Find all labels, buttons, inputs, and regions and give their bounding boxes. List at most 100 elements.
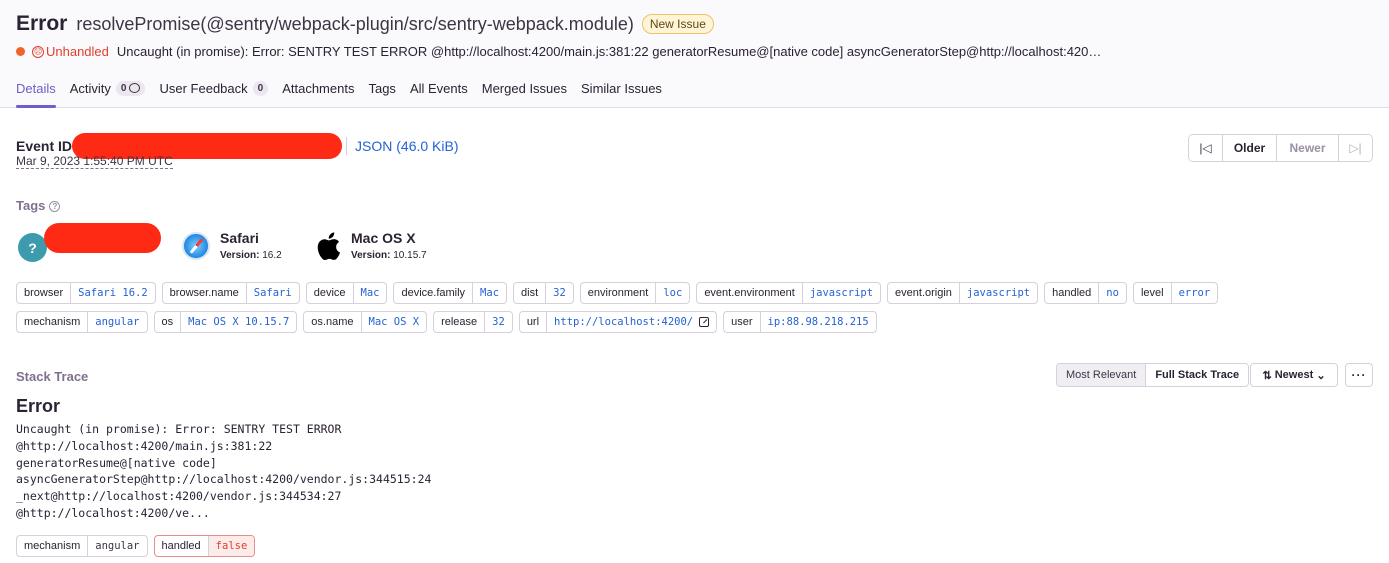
tag-os[interactable]: os Mac OS X 10.15.7 <box>153 311 298 333</box>
sort-order-dropdown[interactable]: ⇅ Newest ⌄ <box>1250 363 1338 387</box>
tag-key: event.environment <box>697 283 803 303</box>
tag-value[interactable]: 32 <box>485 312 512 332</box>
last-event-button[interactable]: ▷| <box>1339 135 1372 161</box>
tag-value[interactable]: Mac <box>354 283 387 303</box>
tab-activity[interactable]: Activity 0 <box>70 79 146 97</box>
tag-key: handled <box>155 536 209 556</box>
tab-attachments[interactable]: Attachments <box>282 79 354 97</box>
external-link-icon[interactable] <box>699 317 710 327</box>
tag-value[interactable]: Safari <box>247 283 299 303</box>
tag-level[interactable]: level error <box>1132 282 1219 304</box>
divider <box>346 137 348 155</box>
tag-os-name[interactable]: os.name Mac OS X <box>303 311 428 333</box>
event-id-label: Event ID <box>16 138 73 154</box>
tag-url[interactable]: url http://localhost:4200/ <box>518 311 718 333</box>
tags-section-title: Tags? <box>16 198 61 213</box>
tag-key: environment <box>581 283 657 303</box>
url-value: http://localhost:4200/ <box>554 316 694 328</box>
unhandled-icon: ☹ <box>32 45 44 58</box>
tag-event-origin[interactable]: event.origin javascript <box>887 282 1039 304</box>
tag-device-family[interactable]: device.family Mac <box>393 282 508 304</box>
tag-row-2: mechanism angular os Mac OS X 10.15.7 os.n… <box>16 311 883 333</box>
tag-value[interactable]: Safari 16.2 <box>71 283 155 303</box>
tab-label: Tags <box>368 80 396 96</box>
tag-environment[interactable]: environment loc <box>579 282 691 304</box>
tag-value[interactable]: angular <box>88 312 146 332</box>
version-value: 16.2 <box>262 250 282 261</box>
more-options-button[interactable]: ··· <box>1345 363 1373 387</box>
tag-value[interactable]: http://localhost:4200/ <box>547 312 716 332</box>
stack-view-toggle: Most Relevant Full Stack Trace <box>1056 363 1250 387</box>
tag-key: release <box>434 312 486 332</box>
tab-merged-issues[interactable]: Merged Issues <box>482 79 567 97</box>
tag-value[interactable]: error <box>1172 283 1218 303</box>
chat-bubble-icon <box>129 83 141 93</box>
tag-key: browser.name <box>163 283 247 303</box>
tag-device[interactable]: device Mac <box>305 282 388 304</box>
event-date[interactable]: Mar 9, 2023 1:55:40 PM UTC <box>16 154 173 169</box>
tag-key: os.name <box>304 312 362 332</box>
message-line: generatorResume@[native code] <box>16 455 217 470</box>
tag-value[interactable]: Mac OS X 10.15.7 <box>181 312 296 332</box>
tag-value[interactable]: ip:88.98.218.215 <box>761 312 876 332</box>
unknown-user-avatar: ? <box>18 233 47 262</box>
tag-mechanism[interactable]: mechanism angular <box>16 311 148 333</box>
os-context: Mac OS X Version: 10.15.7 <box>315 230 427 261</box>
tag-key: os <box>155 312 182 332</box>
tag-handled[interactable]: handled no <box>1044 282 1127 304</box>
tab-tags[interactable]: Tags <box>368 79 395 97</box>
tag-value[interactable]: 32 <box>546 283 573 303</box>
tag-browser[interactable]: browser Safari 16.2 <box>16 282 156 304</box>
tab-label: All Events <box>409 80 468 96</box>
tag-key: mechanism <box>17 312 89 332</box>
sort-icon: ⇅ <box>1262 369 1272 382</box>
tag-browser-name[interactable]: browser.name Safari <box>161 282 300 304</box>
issue-message: Uncaught (in promise): Error: SENTRY TES… <box>116 44 1107 59</box>
exception-type: Error <box>16 396 61 416</box>
tab-label: Details <box>16 80 56 96</box>
issue-tabs: Details Activity 0 User Feedback 0 Attachm… <box>16 79 676 97</box>
tab-label: Activity <box>69 80 111 96</box>
tag-value[interactable]: no <box>1099 283 1126 303</box>
tab-all-events[interactable]: All Events <box>410 79 468 97</box>
newer-event-button[interactable]: Newer <box>1277 135 1339 161</box>
issue-subtitle: resolvePromise(@sentry/webpack-plugin/sr… <box>76 13 634 34</box>
message-line: @http://localhost:4200/main.js:381:22 <box>16 438 273 453</box>
most-relevant-button[interactable]: Most Relevant <box>1057 364 1146 386</box>
older-event-button[interactable]: Older <box>1223 135 1277 161</box>
tag-release[interactable]: release 32 <box>433 311 513 333</box>
help-icon[interactable]: ? <box>49 201 61 212</box>
event-navigation: |◁ Older Newer ▷| <box>1188 134 1373 162</box>
tab-similar-issues[interactable]: Similar Issues <box>581 79 662 97</box>
os-version: Version: 10.15.7 <box>351 250 427 261</box>
tag-key: handled <box>1045 283 1100 303</box>
tag-value[interactable]: loc <box>656 283 689 303</box>
feedback-count: 0 <box>252 80 269 96</box>
message-line: @http://localhost:4200/ve... <box>16 505 210 520</box>
exception-message: Uncaught (in promise): Error: SENTRY TES… <box>16 421 431 522</box>
chevron-down-icon: ⌄ <box>1316 369 1326 382</box>
tag-value[interactable]: Mac <box>473 283 506 303</box>
tag-value[interactable]: javascript <box>803 283 880 303</box>
tab-details[interactable]: Details <box>16 79 56 97</box>
tag-value[interactable]: javascript <box>960 283 1037 303</box>
mechanism-pill: mechanism angular <box>16 535 148 557</box>
full-stack-trace-button[interactable]: Full Stack Trace <box>1145 364 1249 386</box>
apple-icon <box>317 231 341 260</box>
json-link[interactable]: JSON (46.0 KiB) <box>355 138 458 154</box>
tag-key: user <box>724 312 761 332</box>
message-line: Uncaught (in promise): Error: SENTRY TES… <box>16 422 342 436</box>
tab-user-feedback[interactable]: User Feedback 0 <box>159 79 269 97</box>
message-line: asyncGeneratorStep@http://localhost:4200… <box>16 472 432 487</box>
unhandled-label: Unhandled <box>46 44 109 59</box>
level-error-indicator <box>16 47 25 56</box>
first-event-button[interactable]: |◁ <box>1189 135 1223 161</box>
tag-dist[interactable]: dist 32 <box>513 282 574 304</box>
tag-value[interactable]: Mac OS X <box>362 312 427 332</box>
version-value: 10.15.7 <box>393 250 427 261</box>
version-label: Version: <box>351 250 391 261</box>
issue-title: Error <box>16 12 68 35</box>
tag-event-environment[interactable]: event.environment javascript <box>696 282 882 304</box>
skip-last-icon: ▷| <box>1349 141 1362 155</box>
tag-user[interactable]: user ip:88.98.218.215 <box>723 311 877 333</box>
